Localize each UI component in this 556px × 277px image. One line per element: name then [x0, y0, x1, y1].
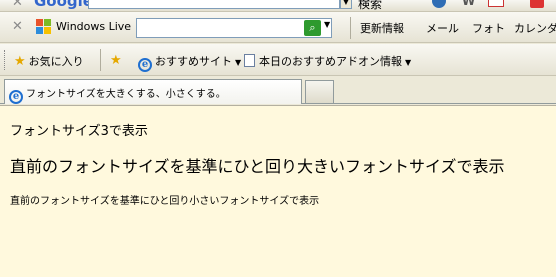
bookmark-icon[interactable]	[530, 0, 544, 8]
search-icon[interactable]: ⌕	[304, 20, 321, 36]
menu-updates[interactable]: 更新情報	[360, 20, 404, 36]
windows-logo-icon	[36, 19, 52, 35]
link-label: 本日のおすすめアドオン情報	[259, 55, 402, 68]
text-smaller: 直前のフォントサイズを基準にひと回り小さいフォントサイズで表示	[10, 196, 320, 207]
text-bigger: 直前のフォントサイズを基準にひと回り大きいフォントサイズで表示	[10, 157, 505, 176]
tab-active[interactable]: e フォントサイズを大きくする、小さくする。	[4, 79, 302, 104]
page-icon	[244, 54, 255, 67]
chevron-down-icon: ▼	[235, 58, 242, 67]
links-bar: ★ お気に入り ★ e おすすめサイト ▼ 本日のおすすめアドオン情報 ▼	[0, 44, 556, 76]
link-todays-addons[interactable]: 本日のおすすめアドオン情報 ▼	[244, 53, 411, 69]
ie-icon: e	[138, 58, 152, 72]
link-recommended-sites[interactable]: e おすすめサイト ▼	[138, 53, 241, 72]
menu-mail[interactable]: メール	[426, 20, 459, 36]
chevron-down-icon: ▼	[405, 58, 412, 67]
chevron-down-icon[interactable]: ▼	[324, 20, 330, 29]
chevron-down-icon[interactable]: ▼	[340, 0, 352, 9]
ie-icon: e	[9, 90, 23, 104]
wikipedia-icon[interactable]: W	[462, 0, 475, 8]
close-toolbar-icon[interactable]: ✕	[12, 0, 23, 10]
text-font-size-3: フォントサイズ3で表示	[10, 124, 148, 139]
windows-live-label: Windows Live	[56, 20, 132, 33]
add-favorites-button[interactable]: ★	[110, 53, 125, 68]
favorites-label: お気に入り	[28, 55, 84, 68]
divider	[350, 17, 351, 39]
close-toolbar-icon[interactable]: ✕	[12, 19, 23, 34]
menu-photos[interactable]: フォト	[472, 20, 505, 36]
new-tab-button[interactable]	[305, 80, 334, 103]
tab-title: フォントサイズを大きくする、小さくする。	[26, 89, 226, 100]
divider	[100, 49, 101, 71]
google-search-button[interactable]: 検索	[358, 0, 382, 11]
add-favorite-star-icon: ★	[110, 53, 122, 68]
globe-icon[interactable]	[432, 0, 446, 8]
tab-bar: e フォントサイズを大きくする、小さくする。	[0, 77, 556, 104]
windows-live-toolbar: ✕ Windows Live ⌕ ▼ 更新情報 メール フォト カレンダー	[0, 12, 556, 43]
menu-calendar[interactable]: カレンダー	[514, 20, 556, 36]
toolbar-grip[interactable]	[4, 50, 7, 70]
link-label: おすすめサイト	[155, 55, 232, 68]
google-toolbar: ✕ Google ▼ 検索 W	[0, 0, 556, 12]
star-icon: ★	[14, 54, 26, 69]
google-logo: Google	[34, 0, 93, 10]
live-search-input[interactable]	[136, 18, 332, 38]
favorites-button[interactable]: ★ お気に入り	[14, 53, 84, 69]
mail-icon[interactable]	[488, 0, 504, 7]
google-search-input[interactable]	[88, 0, 340, 9]
page-content: フォントサイズ3で表示 直前のフォントサイズを基準にひと回り大きいフォントサイズ…	[0, 105, 556, 277]
